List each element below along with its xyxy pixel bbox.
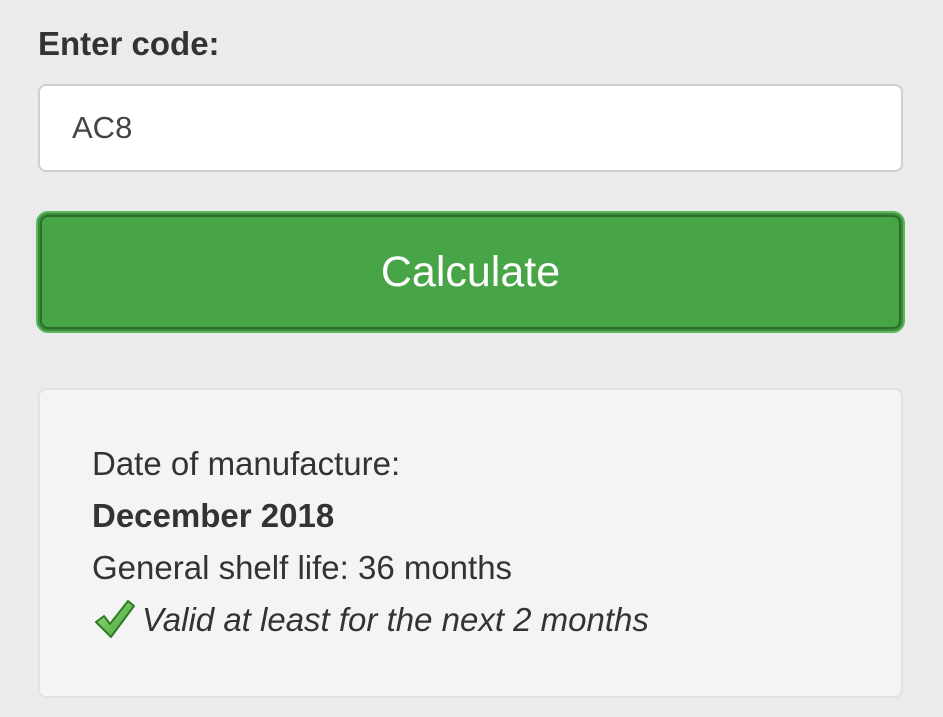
manufacture-date: December 2018 — [92, 497, 335, 534]
calculate-button[interactable]: Calculate — [38, 213, 903, 331]
result-panel: Date of manufacture: December 2018 Gener… — [38, 388, 903, 698]
enter-code-label: Enter code: — [38, 25, 220, 62]
code-input[interactable] — [38, 84, 903, 172]
checkmark-icon — [92, 597, 136, 641]
shelf-life-text: General shelf life: 36 months — [92, 549, 513, 586]
manufacture-label: Date of manufacture: — [92, 445, 401, 482]
validity-text: Valid at least for the next 2 months — [142, 601, 649, 638]
validity-row: Valid at least for the next 2 months — [92, 598, 649, 642]
